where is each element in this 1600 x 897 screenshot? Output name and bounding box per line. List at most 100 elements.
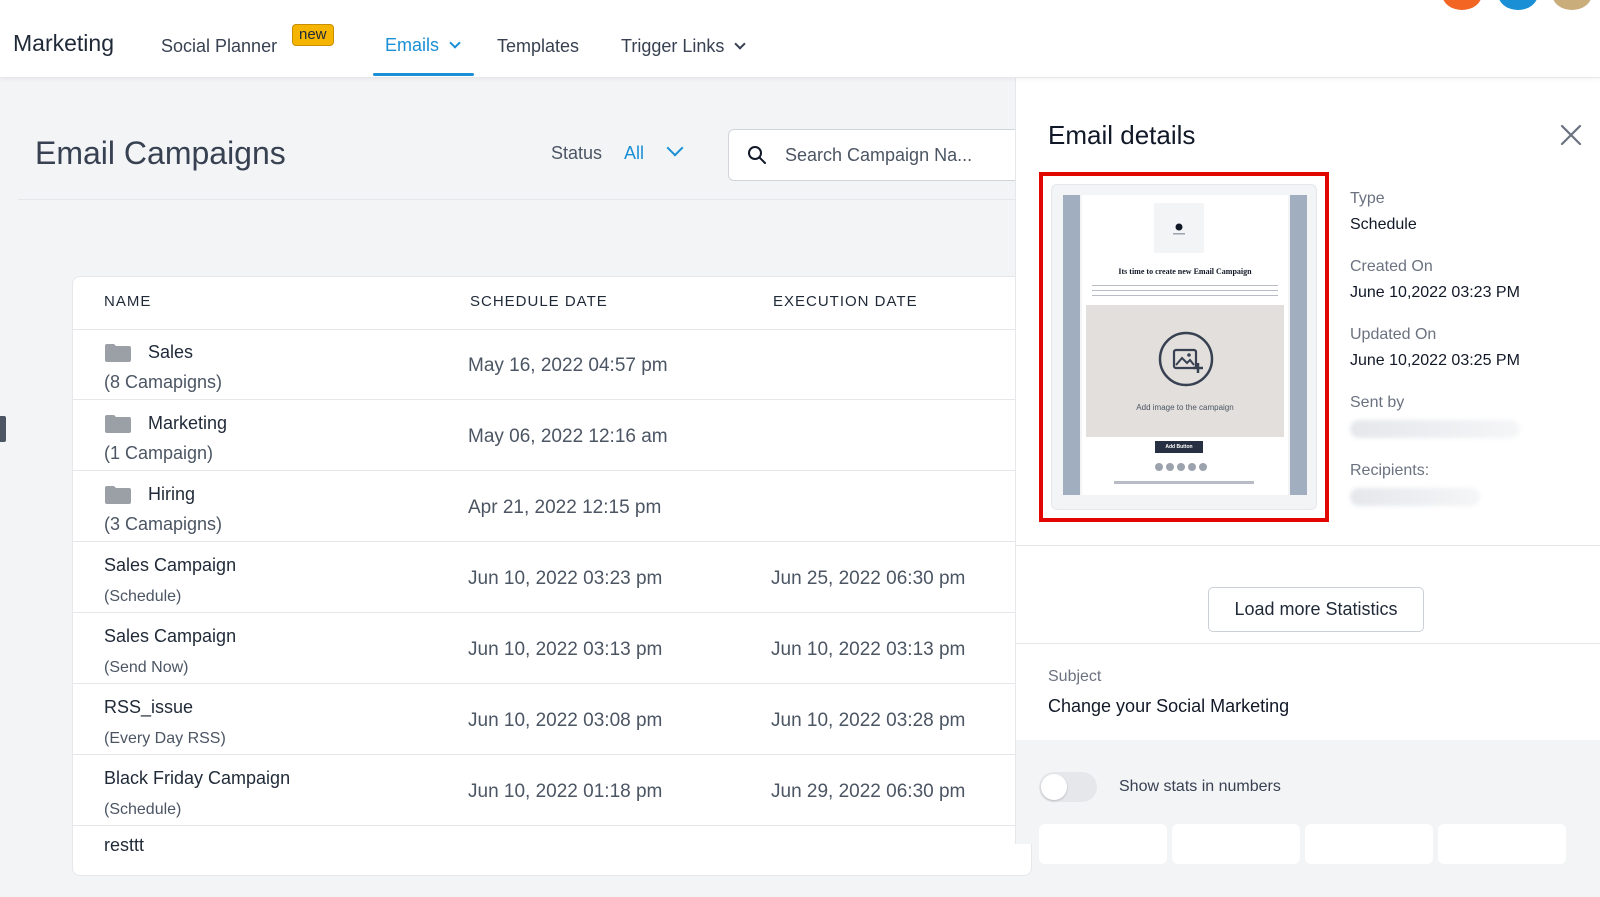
tab-label: Emails <box>385 35 440 55</box>
created-on-value: June 10,2022 03:23 PM <box>1350 284 1520 301</box>
folder-icon <box>105 485 131 504</box>
row-schedule-date: Jun 10, 2022 03:08 pm <box>468 710 663 731</box>
search-input[interactable] <box>785 144 1005 166</box>
row-name-label: Black Friday Campaign <box>104 768 291 788</box>
column-header-execution-date[interactable]: EXECUTION DATE <box>773 293 918 310</box>
row-execution-date: Jun 10, 2022 03:28 pm <box>771 710 966 731</box>
stat-card <box>1039 824 1167 864</box>
email-preview-highlight: Its time to create new Email Campaign Ad… <box>1039 172 1329 522</box>
chevron-down-icon[interactable] <box>666 139 684 157</box>
sidebar-edge-handle[interactable] <box>0 416 6 442</box>
tab-social-planner[interactable]: Social Planner <box>161 36 277 57</box>
row-name-label: RSS_issue <box>104 697 194 717</box>
row-name-label: resttt <box>104 835 145 855</box>
row-subtitle: (Schedule) <box>104 588 182 605</box>
row-name-label: Marketing <box>148 413 228 433</box>
recipients-label: Recipients: <box>1350 462 1430 479</box>
row-subtitle: (8 Camapigns) <box>104 372 223 392</box>
column-header-schedule-date[interactable]: SCHEDULE DATE <box>470 293 608 310</box>
row-schedule-date: May 16, 2022 04:57 pm <box>468 355 668 376</box>
type-value: Schedule <box>1350 216 1417 233</box>
row-name: Hiring <box>104 484 195 505</box>
load-more-statistics-button[interactable]: Load more Statistics <box>1208 587 1424 632</box>
type-label: Type <box>1350 190 1385 207</box>
row-name-label: Sales <box>148 342 194 362</box>
divider <box>18 199 1018 200</box>
chevron-down-icon <box>734 38 747 50</box>
new-badge: new <box>292 24 334 46</box>
template-button: Add Button <box>1155 441 1203 453</box>
toggle-label: Show stats in numbers <box>1119 778 1281 795</box>
template-body: Its time to create new Email Campaign Ad… <box>1082 195 1288 495</box>
instagram-icon <box>1166 463 1174 471</box>
template-image-caption: Add image to the campaign <box>1136 403 1234 412</box>
updated-on-value: June 10,2022 03:25 PM <box>1350 352 1520 369</box>
table-row[interactable]: Marketing (1 Campaign) May 06, 2022 12:1… <box>72 401 1032 471</box>
close-icon[interactable] <box>1558 122 1584 148</box>
stats-area: Show stats in numbers <box>1016 740 1600 864</box>
table-row[interactable]: Sales Campaign (Schedule) Jun 10, 2022 0… <box>72 543 1032 613</box>
row-name: Sales <box>104 342 193 363</box>
row-subtitle: (3 Camapigns) <box>104 514 223 534</box>
row-schedule-date: May 06, 2022 12:16 am <box>468 426 668 447</box>
row-name: RSS_issue <box>104 697 193 718</box>
show-stats-toggle[interactable] <box>1039 772 1097 802</box>
facebook-icon <box>1155 463 1163 471</box>
row-name: Sales Campaign <box>104 555 236 576</box>
search-icon <box>748 146 766 164</box>
email-details-panel: Email details Its time to create new Ema… <box>1015 78 1600 864</box>
tab-label: Trigger Links <box>621 36 725 56</box>
row-name: Sales Campaign <box>104 626 236 647</box>
divider <box>1016 643 1600 644</box>
row-execution-date: Jun 10, 2022 03:13 pm <box>771 639 966 660</box>
avatar[interactable] <box>1552 0 1592 10</box>
row-subtitle: (Every Day RSS) <box>104 730 226 747</box>
template-side-bar <box>1063 195 1080 495</box>
twitter-icon <box>1177 463 1185 471</box>
row-name-label: Sales Campaign <box>104 555 237 575</box>
tab-templates[interactable]: Templates <box>497 36 579 57</box>
row-execution-date: Jun 29, 2022 06:30 pm <box>771 781 966 802</box>
template-side-bar <box>1290 195 1307 495</box>
table-row[interactable]: RSS_issue (Every Day RSS) Jun 10, 2022 0… <box>72 685 1032 755</box>
tab-emails[interactable]: Emails <box>385 35 461 56</box>
table-row[interactable]: resttt <box>72 827 1032 897</box>
toggle-knob <box>1041 774 1067 800</box>
stat-card <box>1172 824 1300 864</box>
table-row[interactable]: Hiring (3 Camapigns) Apr 21, 2022 12:15 … <box>72 472 1032 542</box>
avatar[interactable] <box>1498 0 1538 10</box>
stat-card <box>1305 824 1433 864</box>
email-preview-thumbnail[interactable]: Its time to create new Email Campaign Ad… <box>1051 184 1317 510</box>
row-schedule-date: Jun 10, 2022 01:18 pm <box>468 781 663 802</box>
tab-label: Social Planner <box>161 36 278 56</box>
add-image-icon <box>1158 331 1214 387</box>
status-filter-value[interactable]: All <box>624 143 644 164</box>
row-name: resttt <box>104 835 144 856</box>
template-logo <box>1154 203 1204 253</box>
created-on-label: Created On <box>1350 258 1433 275</box>
linkedin-icon <box>1188 463 1196 471</box>
divider <box>1016 545 1600 546</box>
updated-on-label: Updated On <box>1350 326 1437 343</box>
top-nav: Marketing Social Planner new Emails Temp… <box>0 0 1600 78</box>
table-row[interactable]: Sales Campaign (Send Now) Jun 10, 2022 0… <box>72 614 1032 684</box>
sent-by-label: Sent by <box>1350 394 1405 411</box>
avatar[interactable] <box>1442 0 1482 10</box>
page-title: Email Campaigns <box>35 135 286 171</box>
subject-value: Change your Social Marketing <box>1048 696 1290 716</box>
stat-card <box>1438 824 1566 864</box>
column-header-name[interactable]: NAME <box>104 293 151 310</box>
panel-title: Email details <box>1048 120 1196 150</box>
row-name: Black Friday Campaign <box>104 768 290 789</box>
sent-by-value-redacted <box>1350 420 1520 438</box>
template-paragraph <box>1092 283 1278 299</box>
table-row[interactable]: Sales (8 Camapigns) May 16, 2022 04:57 p… <box>72 330 1032 400</box>
tab-trigger-links[interactable]: Trigger Links <box>621 36 747 57</box>
row-subtitle: (Send Now) <box>104 659 189 676</box>
table-row[interactable]: Black Friday Campaign (Schedule) Jun 10,… <box>72 756 1032 826</box>
row-subtitle: (1 Campaign) <box>104 443 214 463</box>
subject-label: Subject <box>1048 668 1102 685</box>
pinterest-icon <box>1199 463 1207 471</box>
status-filter-label: Status <box>551 143 603 163</box>
template-social-icons <box>1155 463 1207 471</box>
